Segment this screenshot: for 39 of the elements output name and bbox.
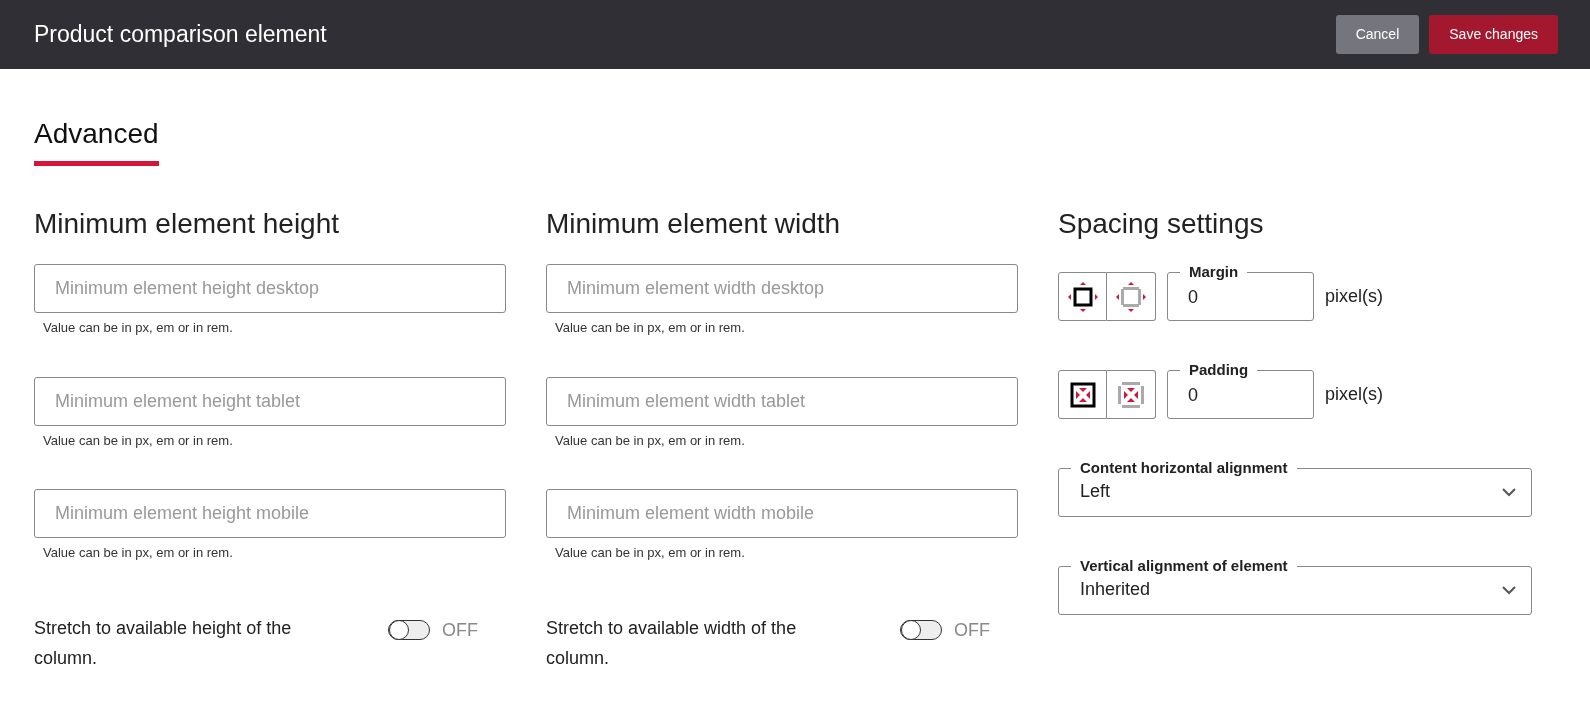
helper-text: Value can be in px, em or in rem. [43,431,234,450]
toggle-switch[interactable] [388,620,430,640]
text-input[interactable]: Minimum element height mobile [34,489,506,538]
tab[interactable]: Advanced [34,113,159,166]
section-heading: Spacing settings [1058,207,1265,241]
toggle-label: Stretch to available height of the column. [34,616,293,670]
cancel-button[interactable]: Cancel [1335,15,1420,54]
field-label: Vertical alignment of element [1079,556,1289,576]
unit-label: pixel(s) [1325,383,1383,406]
unit-label: pixel(s) [1325,285,1383,308]
toggle-state: OFF [954,618,990,642]
text-input[interactable]: Minimum element height tablet [34,376,506,426]
helper-text: Value can be in px, em or in rem. [43,544,234,562]
helper-text: Value can be in px, em or in rem. [555,544,746,562]
helper-text: Value can be in px, em or in rem. [555,431,746,450]
field-label: Content horizontal alignment [1079,458,1289,478]
chevron-down-icon [1501,584,1517,595]
toggle-state: OFF [442,618,478,642]
toggle-label: Stretch to available width of the column. [546,616,798,670]
save-button[interactable]: Save changes [1429,15,1558,54]
section-heading: Minimum element width [546,207,842,241]
section-heading: Minimum element height [34,207,341,241]
chevron-down-icon [1501,486,1517,497]
helper-text: Value can be in px, em or in rem. [555,319,746,337]
text-input[interactable]: Minimum element width mobile [546,489,1018,538]
dialog-title: Product comparison element [34,20,327,50]
spacing-mode-button[interactable] [1058,272,1107,321]
text-input[interactable]: Minimum element width tablet [546,376,1018,426]
field-value: 0 [1187,286,1198,309]
select-value: Inherited [1080,578,1151,601]
select-value: Left [1080,480,1111,503]
field-label: Margin [1188,262,1240,282]
toggle-switch[interactable] [900,620,942,640]
helper-text: Value can be in px, em or in rem. [43,319,234,337]
text-input[interactable]: Minimum element height desktop [34,264,506,313]
field-value: 0 [1187,384,1198,407]
spacing-mode-button[interactable] [1058,370,1107,419]
field-label: Padding [1188,360,1250,380]
text-input[interactable]: Minimum element width desktop [546,264,1018,313]
